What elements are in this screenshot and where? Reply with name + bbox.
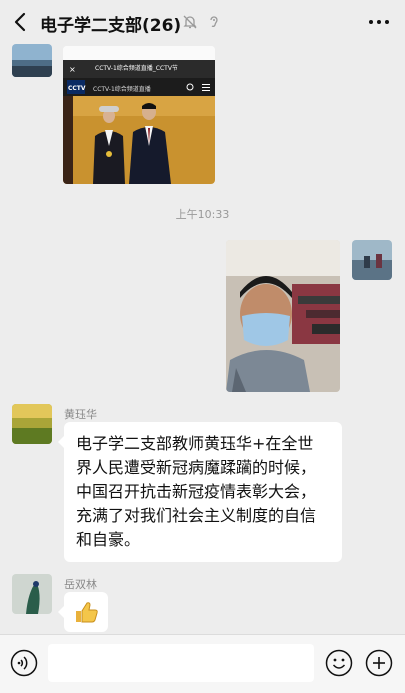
- bell-muted-icon: [183, 15, 197, 29]
- smiley-icon: [325, 649, 353, 677]
- voice-button[interactable]: [10, 649, 38, 677]
- message-list[interactable]: × CCTV CCTV-1综合频道直播_CCTV节 CCTV-1综合频道直播 上…: [0, 44, 405, 634]
- text-message-bubble[interactable]: 电子学二支部教师黄珏华+在全世 界人民遭受新冠病魔蹂躏的时候， 中国召开抗击新冠…: [58, 422, 342, 562]
- plus-circle-icon: [365, 649, 393, 677]
- message-line: 电子学二支部教师黄珏华+在全世: [76, 434, 314, 453]
- chevron-left-icon: [14, 12, 26, 32]
- plus-button[interactable]: [365, 649, 393, 677]
- cctv-logo-text: CCTV: [68, 85, 86, 92]
- sender-name: 岳双林: [64, 578, 97, 591]
- channel-label-text: CCTV-1综合频道直播: [93, 86, 151, 93]
- message-input[interactable]: [48, 644, 314, 682]
- emoji-message-bubble[interactable]: [58, 592, 108, 632]
- input-bar: [0, 634, 405, 693]
- avatar-sender-2[interactable]: [12, 574, 52, 614]
- title-status-icons: [182, 14, 222, 30]
- chat-header: 电子学二支部(26): [0, 0, 405, 44]
- selfie-image-message[interactable]: [226, 240, 340, 392]
- thumbs-up-icon: [76, 602, 98, 623]
- voice-icon: [10, 649, 38, 677]
- more-dots-icon: [369, 20, 389, 24]
- svg-text:×: ×: [69, 65, 76, 74]
- message-line: 界人民遭受新冠病魔蹂躏的时候，: [76, 458, 317, 477]
- emoji-button[interactable]: [325, 649, 353, 677]
- screenshot-image-message[interactable]: × CCTV CCTV-1综合频道直播_CCTV节 CCTV-1综合频道直播: [63, 46, 215, 184]
- sender-name: 黄珏华: [64, 408, 97, 421]
- back-button[interactable]: [10, 10, 32, 34]
- chat-title[interactable]: 电子学二支部(26): [40, 11, 181, 36]
- message-line: 中国召开抗击新冠疫情表彰大会，: [76, 482, 317, 501]
- more-options-button[interactable]: [367, 12, 391, 32]
- earpiece-icon: [210, 16, 218, 27]
- avatar[interactable]: [12, 44, 52, 77]
- avatar-self[interactable]: [352, 240, 392, 280]
- tab-title-text: CCTV-1综合频道直播_CCTV节: [95, 65, 178, 72]
- message-line: 和自豪。: [76, 530, 141, 549]
- message-line: 充满了对我们社会主义制度的自信: [76, 506, 317, 525]
- message-timestamp: 上午10:33: [175, 208, 230, 221]
- avatar-sender-1[interactable]: [12, 404, 52, 444]
